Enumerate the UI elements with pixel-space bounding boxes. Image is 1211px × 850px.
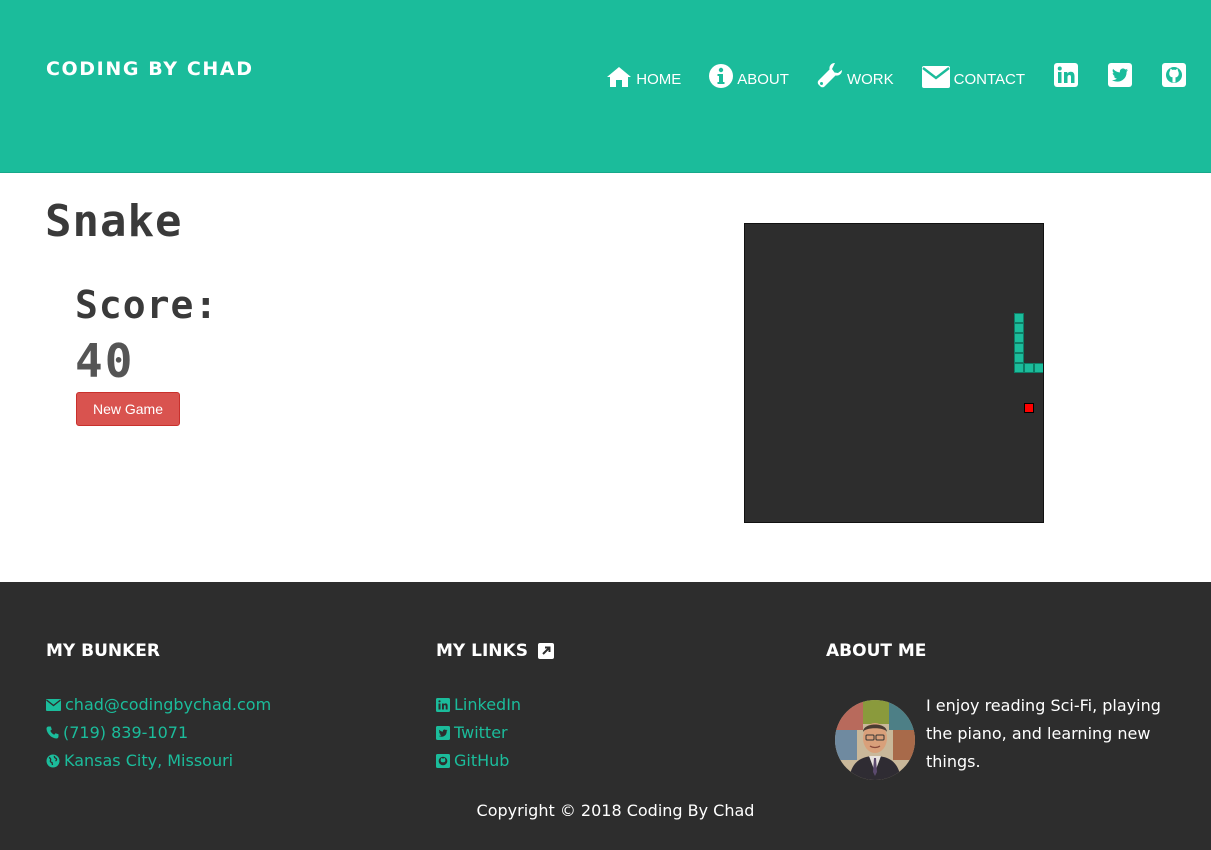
new-game-button[interactable]: New Game <box>76 392 180 426</box>
snake-segment <box>1014 363 1024 373</box>
main-nav: HOME ABOUT WORK CONTACT <box>606 62 1187 88</box>
bunker-title: MY BUNKER <box>46 641 161 661</box>
wrench-icon <box>817 63 842 88</box>
snake-segment <box>1014 333 1024 343</box>
phone-text: (719) 839-1071 <box>63 723 189 742</box>
snake-head <box>1034 363 1043 373</box>
info-icon <box>709 64 734 88</box>
github-icon[interactable] <box>1161 62 1187 88</box>
game-title: Snake <box>45 196 183 247</box>
location-text: Kansas City, Missouri <box>64 751 234 770</box>
snake-segment <box>1014 313 1024 323</box>
envelope-icon <box>921 66 950 88</box>
footer-twitter-text: Twitter <box>454 723 508 742</box>
nav-about-label: ABOUT <box>737 71 789 88</box>
nav-about[interactable]: ABOUT <box>709 62 789 88</box>
score-label: Score: <box>75 283 219 327</box>
email-link[interactable]: chad@codingbychad.com <box>46 695 271 714</box>
footer-github-link[interactable]: GitHub <box>436 751 509 770</box>
nav-contact-label: CONTACT <box>953 71 1025 88</box>
links-title-wrap: MY LINKS <box>436 641 554 661</box>
nav-home[interactable]: HOME <box>606 62 681 88</box>
linkedin-icon[interactable] <box>1053 62 1079 88</box>
github-icon <box>436 753 450 768</box>
globe-icon <box>46 754 60 767</box>
footer-github-text: GitHub <box>454 751 510 770</box>
about-title: ABOUT ME <box>826 641 927 661</box>
food-pellet <box>1024 403 1034 413</box>
envelope-icon <box>46 698 61 711</box>
about-text: I enjoy reading Sci-Fi, playing the pian… <box>926 696 1161 771</box>
avatar-portrait-icon <box>835 700 915 780</box>
external-link-icon[interactable] <box>537 643 554 659</box>
footer-twitter-link[interactable]: Twitter <box>436 723 508 742</box>
site-header: CODING BY CHAD HOME ABOUT WORK CONTACT <box>0 0 1211 173</box>
snake-segment <box>1014 323 1024 333</box>
copyright: Copyright © 2018 Coding By Chad <box>476 801 755 820</box>
phone-icon <box>46 726 59 739</box>
phone-link[interactable]: (719) 839-1071 <box>46 723 188 742</box>
site-brand[interactable]: CODING BY CHAD <box>46 58 254 80</box>
snake-segment <box>1024 363 1034 373</box>
snake-segment <box>1014 353 1024 363</box>
location-link[interactable]: Kansas City, Missouri <box>46 751 233 770</box>
site-footer: MY BUNKER chad@codingbychad.com (719) 83… <box>0 582 1211 850</box>
email-text: chad@codingbychad.com <box>65 695 272 714</box>
home-icon <box>607 67 632 87</box>
nav-home-label: HOME <box>636 71 682 88</box>
linkedin-icon <box>436 697 450 712</box>
game-board[interactable] <box>744 223 1044 523</box>
footer-linkedin-link[interactable]: LinkedIn <box>436 695 521 714</box>
nav-work[interactable]: WORK <box>817 62 894 88</box>
twitter-icon <box>436 725 450 740</box>
nav-work-label: WORK <box>846 71 894 88</box>
links-title: MY LINKS <box>436 641 528 661</box>
footer-linkedin-text: LinkedIn <box>454 695 522 714</box>
snake-segment <box>1014 343 1024 353</box>
score-value: 40 <box>75 334 135 388</box>
avatar <box>835 700 915 780</box>
twitter-icon[interactable] <box>1107 62 1133 88</box>
nav-contact[interactable]: CONTACT <box>921 62 1025 88</box>
